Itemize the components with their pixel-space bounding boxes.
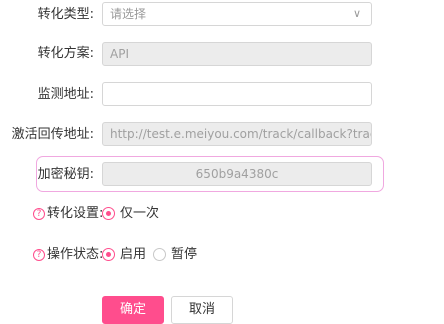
conversion-plan-field: API — [102, 42, 372, 66]
conversion-type-select[interactable]: 请选择 ∨ — [102, 2, 372, 26]
enable-radio[interactable] — [102, 248, 115, 261]
conversion-plan-label: 转化方案: — [37, 46, 94, 61]
conversion-setting-label: 转化设置: — [47, 206, 104, 221]
once-option-label[interactable]: 仅一次 — [120, 205, 159, 223]
encryption-key-label: 加密秘钥: — [37, 167, 94, 182]
question-circle-icon: ? — [33, 208, 45, 220]
monitor-url-label: 监测地址: — [37, 87, 94, 102]
conversion-type-label: 转化类型: — [37, 7, 94, 22]
cancel-button[interactable]: 取消 — [171, 296, 233, 324]
operation-status-label: 操作状态: — [47, 247, 104, 262]
chevron-down-icon: ∨ — [352, 7, 361, 20]
conversion-plan-value: API — [110, 47, 129, 61]
enable-option-label[interactable]: 启用 — [120, 246, 146, 264]
encryption-key-value: 650b9a4380c — [195, 167, 279, 181]
conversion-type-placeholder: 请选择 — [110, 7, 147, 21]
question-circle-icon: ? — [33, 249, 45, 261]
confirm-button[interactable]: 确定 — [102, 296, 164, 324]
callback-url-label: 激活回传地址: — [11, 127, 94, 142]
encryption-key-field: 650b9a4380c — [102, 162, 372, 186]
pause-radio[interactable] — [153, 248, 166, 261]
once-radio[interactable] — [102, 207, 115, 220]
callback-url-value: http://test.e.meiyou.com/track/callback?… — [110, 127, 371, 141]
monitor-url-input[interactable] — [102, 82, 372, 106]
pause-option-label[interactable]: 暂停 — [171, 246, 197, 264]
callback-url-field: http://test.e.meiyou.com/track/callback?… — [102, 122, 372, 146]
